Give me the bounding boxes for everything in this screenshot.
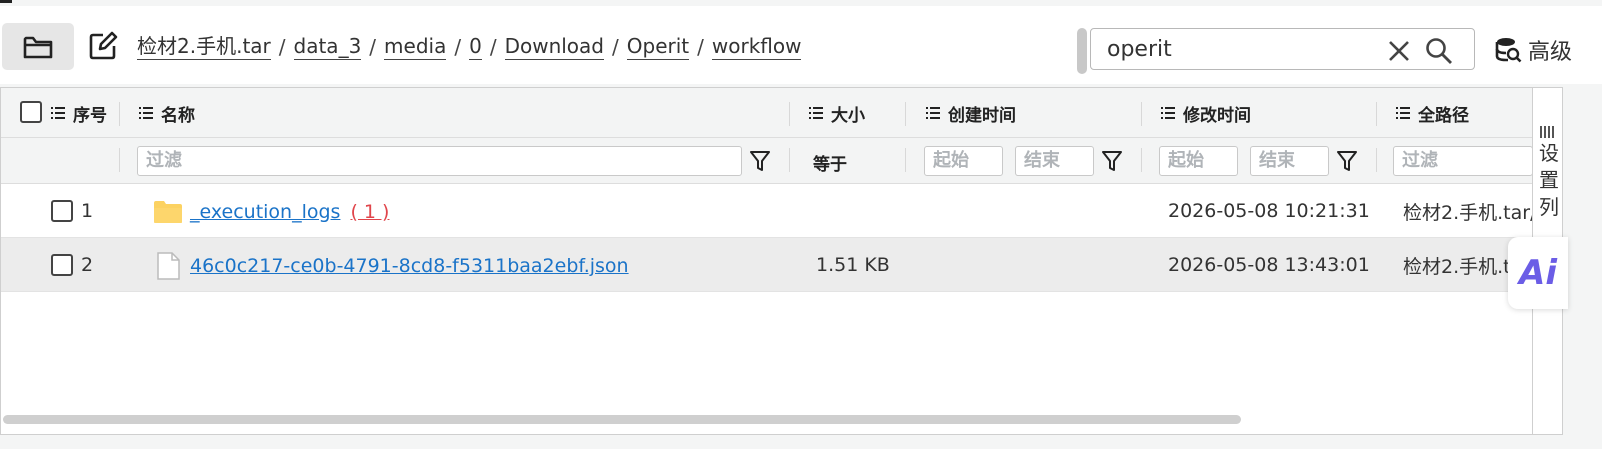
list-icon — [1396, 107, 1410, 119]
row-checkbox[interactable] — [51, 200, 73, 222]
filter-icon[interactable] — [1337, 150, 1357, 172]
select-all-checkbox[interactable] — [20, 101, 42, 123]
path-filter-input[interactable]: 过滤 — [1393, 146, 1533, 176]
modified-end-input[interactable]: 结束 — [1250, 146, 1329, 176]
filter-icon[interactable] — [1102, 150, 1122, 172]
search-input[interactable] — [1107, 35, 1367, 63]
filter-row: 过滤 等于 起始 结束 起始 结束 过滤 — [1, 138, 1562, 184]
window-corner-mark — [0, 0, 12, 3]
database-search-icon — [1495, 38, 1522, 63]
table-header: 序号 名称 大小 创建时间 修改时间 全路径 — [1, 88, 1562, 138]
breadcrumb-separator: / — [369, 35, 377, 59]
list-icon — [51, 107, 65, 119]
created-start-input[interactable]: 起始 — [924, 146, 1003, 176]
column-header-index[interactable]: 序号 — [51, 88, 107, 138]
column-label: 创建时间 — [948, 105, 1016, 126]
list-icon — [1161, 107, 1175, 119]
file-name-link[interactable]: _execution_logs — [190, 201, 340, 223]
ai-label: Ai — [1519, 253, 1557, 293]
folder-icon — [23, 36, 53, 58]
toolbar: 检材2.手机.tar / data_3 / media / 0 / Downlo… — [0, 6, 1602, 84]
breadcrumb-item[interactable]: media — [384, 34, 447, 60]
modified-time: 2026-05-08 13:43:01 — [1168, 254, 1370, 276]
column-settings-label[interactable]: 设置列 — [1538, 140, 1560, 221]
file-name-cell: 46c0c217-ce0b-4791-8cd8-f5311baa2ebf.jso… — [156, 239, 629, 293]
size-filter-operator[interactable]: 等于 — [813, 150, 847, 175]
toolbar-resize-handle[interactable] — [1077, 28, 1087, 74]
full-path: 检材2.手机.tar/ — [1403, 201, 1532, 224]
modified-time: 2026-05-08 10:21:31 — [1168, 200, 1370, 222]
breadcrumb-item[interactable]: 0 — [469, 34, 482, 60]
horizontal-scrollbar[interactable] — [3, 415, 1241, 424]
breadcrumb-item[interactable]: data_3 — [293, 34, 362, 60]
drag-handle-icon[interactable] — [1540, 126, 1556, 138]
row-index: 1 — [81, 200, 94, 222]
file-name-link[interactable]: 46c0c217-ce0b-4791-8cd8-f5311baa2ebf.jso… — [190, 255, 629, 277]
created-end-input[interactable]: 结束 — [1015, 146, 1094, 176]
column-divider[interactable] — [905, 102, 906, 126]
column-divider[interactable] — [1141, 102, 1142, 126]
name-filter-input[interactable]: 过滤 — [137, 146, 742, 176]
file-size: 1.51 KB — [816, 254, 890, 276]
breadcrumb-separator: / — [697, 35, 704, 59]
list-icon — [926, 107, 940, 119]
folder-button[interactable] — [2, 23, 74, 70]
list-icon — [139, 107, 153, 119]
column-header-path[interactable]: 全路径 — [1396, 88, 1469, 138]
edit-icon[interactable] — [88, 31, 118, 61]
list-icon — [809, 107, 823, 119]
table-row[interactable]: 1 _execution_logs ( 1 ) 2026-05-08 10:21… — [1, 184, 1562, 239]
column-label: 序号 — [73, 105, 107, 126]
file-name-cell: _execution_logs ( 1 ) — [154, 185, 389, 239]
breadcrumb-separator: / — [454, 35, 462, 59]
column-divider — [789, 148, 790, 172]
breadcrumb-item[interactable]: workflow — [711, 34, 802, 60]
column-divider — [905, 148, 906, 172]
breadcrumb-item[interactable]: Operit — [626, 34, 690, 60]
column-label: 名称 — [161, 105, 195, 126]
row-index: 2 — [81, 254, 94, 276]
breadcrumb: 检材2.手机.tar / data_3 / media / 0 / Downlo… — [137, 32, 802, 62]
column-header-created[interactable]: 创建时间 — [926, 88, 1016, 138]
column-label: 大小 — [831, 105, 865, 126]
clear-icon[interactable] — [1387, 39, 1411, 63]
search-box — [1090, 28, 1475, 70]
item-count-badge[interactable]: ( 1 ) — [350, 201, 389, 223]
breadcrumb-separator: / — [278, 35, 286, 59]
column-divider[interactable] — [1376, 102, 1377, 126]
filter-icon[interactable] — [750, 150, 770, 172]
ai-assistant-button[interactable]: Ai — [1508, 237, 1568, 309]
file-table: 序号 名称 大小 创建时间 修改时间 全路径 过滤 等于 起始 结束 起始 结束… — [0, 87, 1563, 435]
column-header-size[interactable]: 大小 — [809, 88, 865, 138]
column-divider[interactable] — [789, 102, 790, 126]
column-header-name[interactable]: 名称 — [139, 88, 195, 138]
breadcrumb-separator: / — [612, 35, 619, 59]
table-row[interactable]: 2 46c0c217-ce0b-4791-8cd8-f5311baa2ebf.j… — [1, 238, 1562, 293]
column-label: 修改时间 — [1183, 105, 1251, 126]
modified-start-input[interactable]: 起始 — [1159, 146, 1238, 176]
file-icon — [157, 252, 180, 280]
column-divider — [1141, 148, 1142, 172]
column-header-modified[interactable]: 修改时间 — [1161, 88, 1251, 138]
row-checkbox[interactable] — [51, 254, 73, 276]
column-divider[interactable] — [119, 102, 120, 126]
breadcrumb-item[interactable]: 检材2.手机.tar — [137, 34, 271, 60]
folder-icon — [154, 201, 182, 223]
breadcrumb-separator: / — [489, 35, 497, 59]
breadcrumb-item[interactable]: Download — [504, 34, 604, 60]
column-divider — [119, 148, 120, 172]
column-label: 全路径 — [1418, 105, 1469, 126]
advanced-search-label: 高级 — [1528, 40, 1573, 65]
column-divider — [1376, 148, 1377, 172]
search-icon[interactable] — [1425, 37, 1453, 65]
advanced-search-button[interactable]: 高级 — [1494, 34, 1572, 66]
